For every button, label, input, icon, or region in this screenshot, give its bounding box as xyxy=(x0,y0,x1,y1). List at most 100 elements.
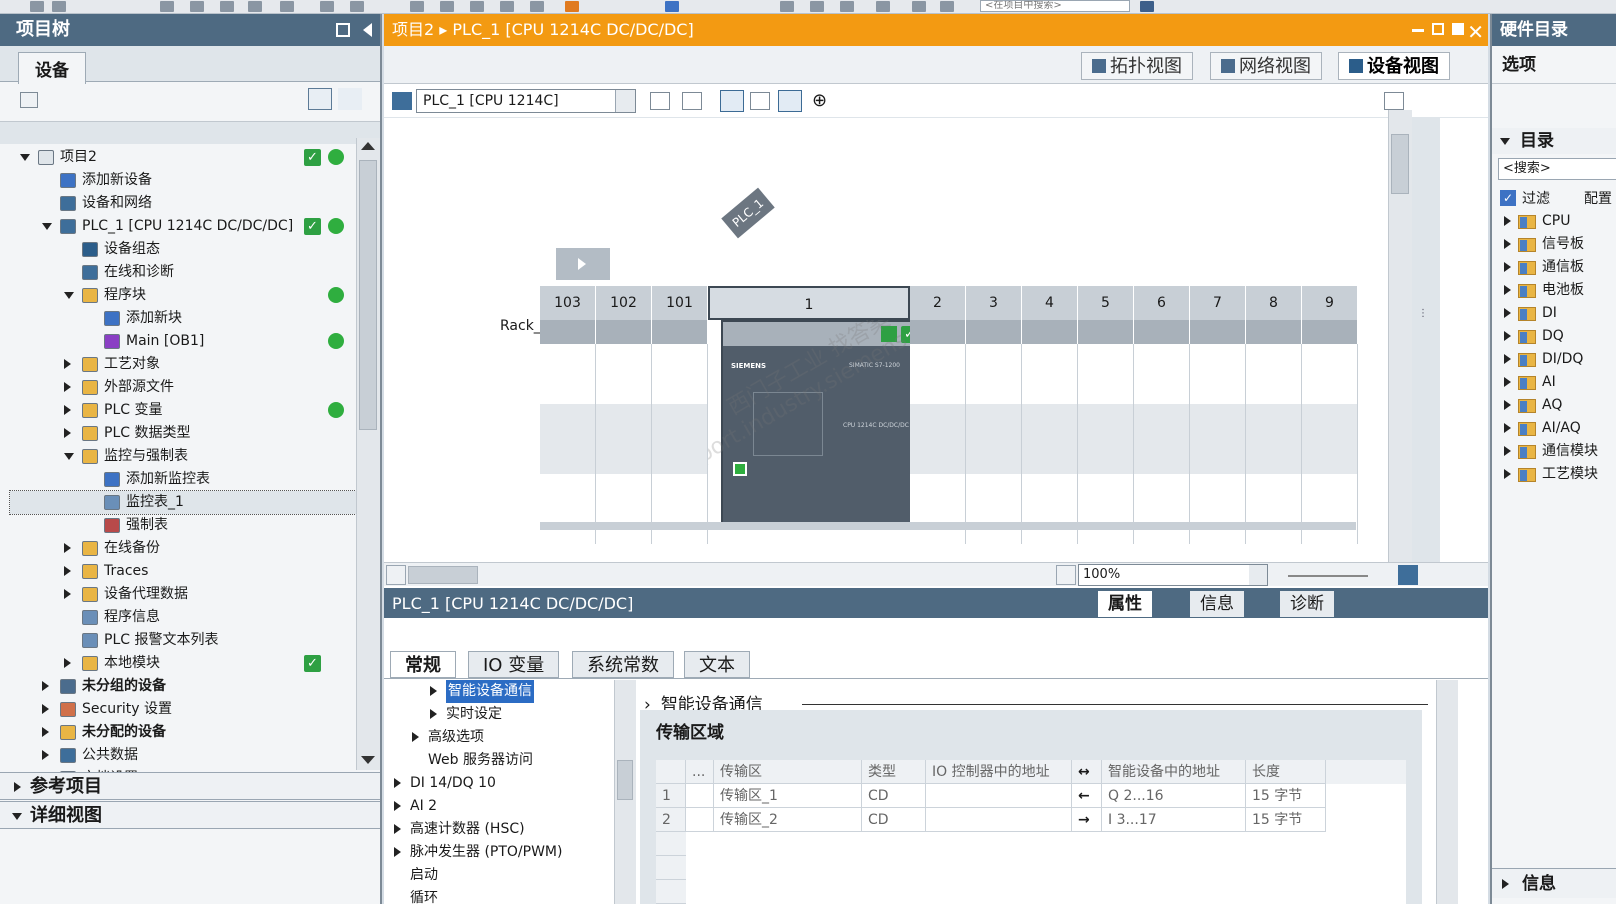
fit-view-icon[interactable] xyxy=(1398,565,1418,585)
expand-icon[interactable] xyxy=(1504,400,1511,410)
table-cell[interactable]: 1 xyxy=(656,784,686,808)
table-cell[interactable] xyxy=(926,808,1072,832)
tree-item[interactable]: 强制表 xyxy=(10,514,356,537)
expand-icon[interactable] xyxy=(1504,377,1511,387)
inspector-content-scrollbar[interactable] xyxy=(1436,680,1458,904)
expand-icon[interactable] xyxy=(1504,446,1511,456)
catalog-search-input[interactable]: <搜索> xyxy=(1498,158,1616,180)
canvas-vscroll[interactable] xyxy=(1388,110,1412,562)
expand-icon[interactable] xyxy=(1504,239,1511,249)
expand-icon[interactable] xyxy=(430,709,437,719)
expand-icon[interactable] xyxy=(1504,423,1511,433)
device-tag[interactable]: PLC_1 xyxy=(721,187,775,239)
inspector-nav-item[interactable]: 脉冲发生器 (PTO/PWM) xyxy=(384,841,614,864)
details-view-section[interactable]: 详细视图 xyxy=(0,801,380,829)
expand-icon[interactable] xyxy=(64,382,71,392)
delete-icon[interactable] xyxy=(280,1,294,12)
tab-info[interactable]: 信息 xyxy=(1190,591,1244,617)
tree-item[interactable]: PLC 变量 xyxy=(10,399,356,422)
catalog-item[interactable]: DI xyxy=(1502,302,1616,325)
collapse-icon[interactable] xyxy=(64,453,74,460)
empty-slot[interactable] xyxy=(910,344,966,544)
compile-icon[interactable] xyxy=(410,1,424,12)
tree-item[interactable]: 程序块 xyxy=(10,284,356,307)
expand-icon[interactable] xyxy=(42,727,49,737)
expand-icon[interactable] xyxy=(64,566,71,576)
column-header[interactable]: 长度 xyxy=(1246,760,1326,784)
table-cell[interactable]: CD xyxy=(862,808,926,832)
print-icon[interactable] xyxy=(160,1,174,12)
expand-icon[interactable] xyxy=(64,359,71,369)
table-cell[interactable]: 2 xyxy=(656,808,686,832)
empty-slot[interactable] xyxy=(1246,344,1302,544)
go-online-icon[interactable] xyxy=(530,1,544,12)
expand-icon[interactable] xyxy=(64,405,71,415)
tree-item[interactable]: 添加新设备 xyxy=(10,169,356,192)
grid-icon[interactable] xyxy=(750,92,770,110)
pin-panel-icon[interactable] xyxy=(336,23,350,37)
slot-header[interactable]: 102 xyxy=(596,286,652,320)
upload-icon[interactable] xyxy=(470,1,484,12)
empty-slot[interactable] xyxy=(1190,344,1246,544)
slot-header[interactable]: 5 xyxy=(1078,286,1134,320)
tree-item[interactable]: 监控与强制表 xyxy=(10,445,356,468)
zoom-slider[interactable] xyxy=(1288,575,1368,577)
catalog-item[interactable]: DI/DQ xyxy=(1502,348,1616,371)
synchronize-icon[interactable] xyxy=(338,88,362,110)
tree-item[interactable]: PLC 报警文本列表 xyxy=(10,629,356,652)
expand-icon[interactable] xyxy=(42,681,49,691)
slot-header[interactable]: 3 xyxy=(966,286,1022,320)
save-project-icon[interactable] xyxy=(52,1,66,12)
expand-icon[interactable] xyxy=(64,589,71,599)
empty-row[interactable] xyxy=(656,832,686,856)
maximize-icon[interactable] xyxy=(1452,23,1464,35)
inspector-nav-scrollbar[interactable] xyxy=(614,680,636,904)
column-header[interactable]: 类型 xyxy=(862,760,926,784)
tree-item[interactable]: PLC_1 [CPU 1214C DC/DC/DC] ✓ xyxy=(10,215,356,238)
restore-icon[interactable] xyxy=(1432,23,1444,35)
expand-icon[interactable] xyxy=(1504,308,1511,318)
canvas-vscroll-thumb[interactable] xyxy=(1391,134,1409,194)
copy-icon[interactable] xyxy=(220,1,234,12)
table-cell[interactable] xyxy=(686,808,714,832)
tab-properties[interactable]: 属性 xyxy=(1098,591,1152,617)
zoom-select[interactable]: 100% xyxy=(1078,564,1268,586)
go-offline-icon[interactable] xyxy=(665,1,679,12)
project-search-input[interactable]: <在项目中搜索> xyxy=(980,0,1130,12)
collapse-icon[interactable] xyxy=(42,223,52,230)
catalog-item[interactable]: 通信板 xyxy=(1502,256,1616,279)
empty-row[interactable] xyxy=(656,856,686,880)
tree-item[interactable]: Security 设置 xyxy=(10,698,356,721)
stop-cpu-icon[interactable] xyxy=(840,1,854,12)
table-cell[interactable] xyxy=(926,784,1072,808)
tree-item[interactable]: 添加新监控表 xyxy=(10,468,356,491)
expand-icon[interactable] xyxy=(64,658,71,668)
chevron-down-icon[interactable] xyxy=(615,90,635,112)
empty-row[interactable] xyxy=(656,880,686,904)
column-header[interactable] xyxy=(656,760,686,784)
expand-icon[interactable] xyxy=(394,847,401,857)
inspector-nav-item[interactable]: 实时设定 xyxy=(384,703,614,726)
table-cell[interactable]: CD xyxy=(862,784,926,808)
catalog-item[interactable]: AI xyxy=(1502,371,1616,394)
expand-icon[interactable] xyxy=(430,686,437,696)
canvas-hscroll-thumb[interactable] xyxy=(408,566,478,584)
draw-icon[interactable] xyxy=(720,90,744,112)
page-break-icon[interactable] xyxy=(778,90,802,112)
tree-item[interactable]: 监控表_1 xyxy=(9,490,356,515)
tree-item[interactable]: PLC 数据类型 xyxy=(10,422,356,445)
inspector-nav-item[interactable]: 高速计数器 (HSC) xyxy=(384,818,614,841)
expand-icon[interactable] xyxy=(394,778,401,788)
empty-slot[interactable] xyxy=(1022,344,1078,544)
column-header[interactable]: ↔ xyxy=(1072,760,1102,784)
tree-item[interactable]: 在线备份 xyxy=(10,537,356,560)
empty-slot[interactable] xyxy=(540,344,596,544)
expand-icon[interactable] xyxy=(394,801,401,811)
expand-icon[interactable] xyxy=(412,732,419,742)
empty-slot[interactable] xyxy=(966,344,1022,544)
empty-slot[interactable] xyxy=(1134,344,1190,544)
tab-topology-view[interactable]: 拓扑视图 xyxy=(1081,52,1193,80)
table-cell[interactable]: I 3...17 xyxy=(1102,808,1246,832)
split-horizontal-icon[interactable] xyxy=(912,1,926,12)
tree-item[interactable]: 未分组的设备 xyxy=(10,675,356,698)
